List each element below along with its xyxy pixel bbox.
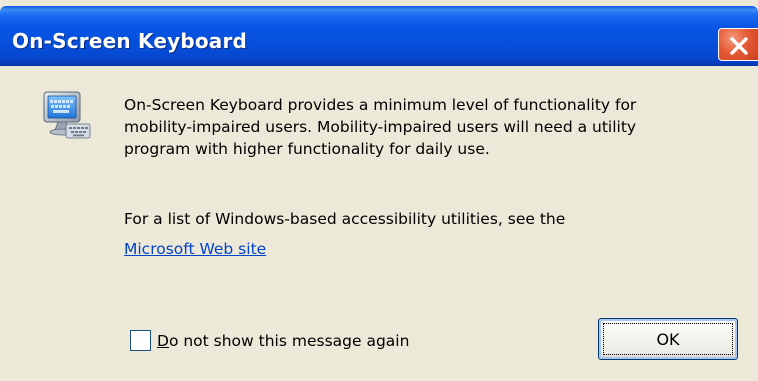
window-title: On-Screen Keyboard — [12, 29, 248, 53]
checkbox-label-text: o not show this message again — [168, 332, 410, 350]
do-not-show-label[interactable]: Do not show this message again — [157, 330, 409, 352]
keyboard-monitor-icon — [43, 91, 91, 139]
message-line: mobility-impaired users. Mobility-impair… — [124, 118, 637, 136]
close-button[interactable] — [718, 28, 758, 61]
info-message: On-Screen Keyboard provides a minimum le… — [124, 94, 744, 160]
title-bar[interactable]: On-Screen Keyboard — [0, 6, 758, 66]
checkbox-mnemonic: D — [157, 332, 169, 350]
do-not-show-checkbox[interactable] — [130, 330, 151, 351]
message-line: On-Screen Keyboard provides a minimum le… — [124, 96, 637, 114]
microsoft-web-site-link[interactable]: Microsoft Web site — [124, 238, 266, 260]
dialog-window: On-Screen Keyboard On-Screen Keyboard pr… — [0, 0, 758, 381]
dialog-content: On-Screen Keyboard provides a minimum le… — [0, 66, 758, 381]
ok-button-label: OK — [656, 329, 680, 349]
ok-button[interactable]: OK — [598, 318, 738, 360]
close-icon — [730, 37, 748, 55]
accessibility-message: For a list of Windows-based accessibilit… — [124, 210, 566, 228]
message-line: program with higher functionality for da… — [124, 140, 490, 158]
